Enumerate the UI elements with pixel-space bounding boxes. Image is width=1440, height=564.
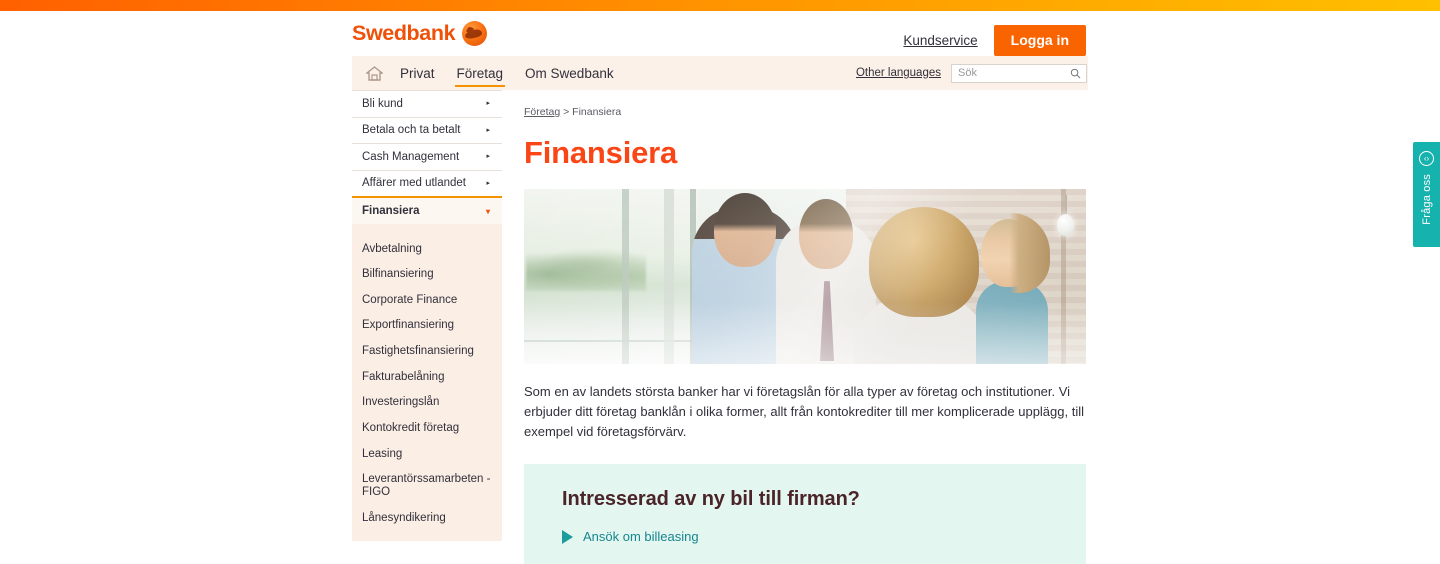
intro-paragraph: Som en av landets största banker har vi … bbox=[524, 384, 1084, 440]
chat-code-circle-icon: ‹› bbox=[1419, 151, 1434, 166]
ask-us-tab[interactable]: ‹› Fråga oss bbox=[1413, 142, 1440, 247]
home-icon[interactable] bbox=[352, 65, 392, 81]
sidebar-item-finansiera[interactable]: Finansiera ▾ bbox=[352, 196, 502, 224]
breadcrumb-current: Finansiera bbox=[572, 106, 622, 118]
sidebar-item-label: Cash Management bbox=[362, 150, 460, 163]
content-column: Företag > Finansiera Finansiera Som en a… bbox=[524, 90, 1088, 564]
promo-link-row[interactable]: Ansök om billeasing bbox=[562, 529, 1086, 544]
hero-image bbox=[524, 189, 1086, 365]
sidebar-subitem-fakturabelaning[interactable]: Fakturabelåning bbox=[352, 364, 502, 390]
sidebar-item-label: Betala och ta betalt bbox=[362, 124, 461, 137]
sidebar-subitem-leverantorssamarbeten-figo[interactable]: Leverantörssamarbeten - FIGO bbox=[352, 467, 502, 505]
oak-leaf-circle-icon bbox=[462, 21, 488, 46]
sidebar-item-label: Affärer med utlandet bbox=[362, 177, 466, 190]
hero-glass-highlight bbox=[524, 302, 1086, 365]
sidebar-item-label: Bli kund bbox=[362, 97, 403, 110]
main-navigation: Privat Företag Om Swedbank Other languag… bbox=[0, 56, 1440, 90]
search-box[interactable] bbox=[951, 63, 1087, 83]
search-input[interactable] bbox=[958, 67, 1070, 79]
nav-item-foretag[interactable]: Företag bbox=[449, 56, 512, 90]
breadcrumb-parent-link[interactable]: Företag bbox=[524, 106, 560, 118]
sidebar-subitem-leasing[interactable]: Leasing bbox=[352, 441, 502, 467]
sidebar-item-label: Finansiera bbox=[362, 205, 420, 217]
main-navigation-inner: Privat Företag Om Swedbank Other languag… bbox=[352, 56, 1088, 90]
breadcrumb: Företag > Finansiera bbox=[524, 90, 1088, 118]
play-triangle-icon bbox=[562, 529, 573, 544]
nav-utilities: Other languages bbox=[856, 63, 1088, 83]
promo-link-label[interactable]: Ansök om billeasing bbox=[583, 529, 699, 544]
chevron-right-icon: ▸ bbox=[486, 179, 490, 187]
header-actions: Kundservice Logga in bbox=[903, 25, 1086, 56]
page-title: Finansiera bbox=[524, 135, 678, 170]
sidebar-subitem-investeringslan[interactable]: Investeringslån bbox=[352, 390, 502, 416]
other-languages-link[interactable]: Other languages bbox=[856, 67, 941, 79]
sidebar-subitem-fastighetsfinansiering[interactable]: Fastighetsfinansiering bbox=[352, 339, 502, 365]
site-header: Swedbank Kundservice Logga in bbox=[0, 11, 1440, 56]
sidebar-subitem-corporate-finance[interactable]: Corporate Finance bbox=[352, 287, 502, 313]
swedbank-logo[interactable]: Swedbank bbox=[352, 20, 488, 46]
search-icon[interactable] bbox=[1070, 68, 1081, 79]
main-region: Bli kund ▸ Betala och ta betalt ▸ Cash M… bbox=[352, 90, 1088, 564]
customer-service-link[interactable]: Kundservice bbox=[903, 33, 977, 48]
sidebar-item-betala-och-ta-betalt[interactable]: Betala och ta betalt ▸ bbox=[352, 116, 502, 143]
sidebar-subitem-lanesyndikering[interactable]: Lånesyndikering bbox=[352, 505, 502, 531]
sidebar-subitem-kontokredit-foretag[interactable]: Kontokredit företag bbox=[352, 415, 502, 441]
login-button[interactable]: Logga in bbox=[993, 25, 1086, 56]
chevron-down-icon: ▾ bbox=[485, 206, 490, 216]
sidebar-item-bli-kund[interactable]: Bli kund ▸ bbox=[352, 90, 502, 117]
ask-us-label: Fråga oss bbox=[1420, 174, 1433, 225]
chevron-right-icon: ▸ bbox=[486, 153, 490, 161]
promo-title: Intresserad av ny bil till firman? bbox=[562, 488, 860, 511]
sidebar-subitem-exportfinansiering[interactable]: Exportfinansiering bbox=[352, 313, 502, 339]
page-root: Swedbank Kundservice Logga in Privat För… bbox=[0, 11, 1440, 564]
breadcrumb-separator: > bbox=[560, 106, 573, 118]
nav-item-privat[interactable]: Privat bbox=[392, 56, 443, 90]
nav-item-om-swedbank[interactable]: Om Swedbank bbox=[517, 56, 622, 90]
sidebar-subitem-avbetalning[interactable]: Avbetalning bbox=[352, 236, 502, 262]
promo-card: Intresserad av ny bil till firman? Ansök… bbox=[524, 464, 1086, 564]
sidebar-item-affarer-med-utlandet[interactable]: Affärer med utlandet ▸ bbox=[352, 169, 502, 196]
section-sidebar: Bli kund ▸ Betala och ta betalt ▸ Cash M… bbox=[352, 90, 502, 541]
sidebar-subitem-bilfinansiering[interactable]: Bilfinansiering bbox=[352, 262, 502, 288]
sidebar-item-cash-management[interactable]: Cash Management ▸ bbox=[352, 143, 502, 170]
sidebar-submenu: Avbetalning Bilfinansiering Corporate Fi… bbox=[352, 224, 502, 541]
logo-wordmark: Swedbank bbox=[352, 20, 456, 45]
chevron-right-icon: ▸ bbox=[486, 100, 490, 108]
chevron-right-icon: ▸ bbox=[486, 126, 490, 134]
top-gradient-bar bbox=[0, 0, 1440, 11]
